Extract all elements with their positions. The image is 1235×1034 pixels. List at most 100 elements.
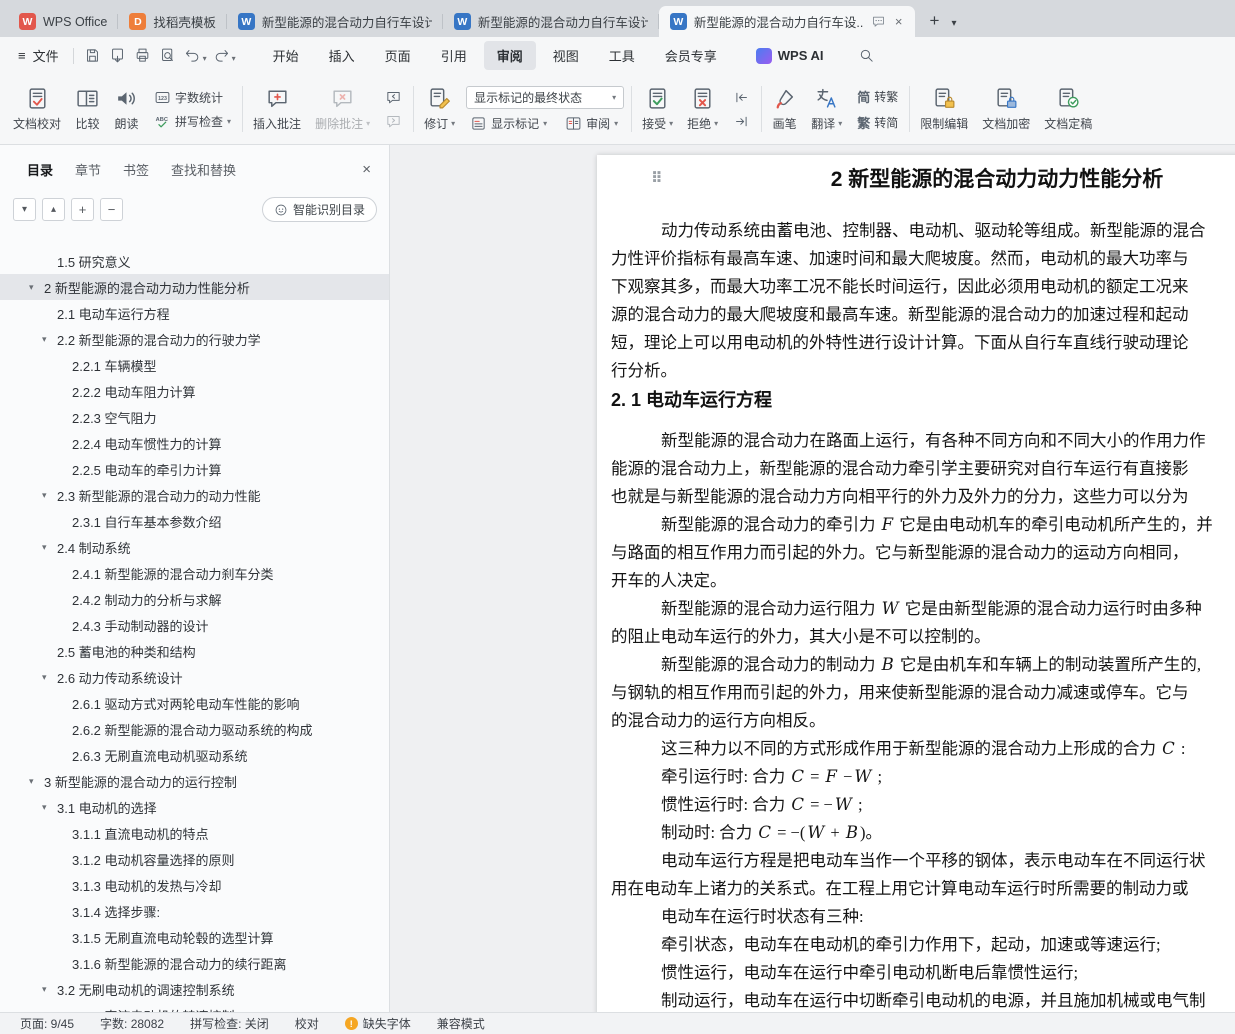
document-tab[interactable]: D 找稻壳模板 bbox=[118, 6, 227, 37]
pane-tab-章节[interactable]: 章节 bbox=[75, 160, 101, 179]
pen-button[interactable]: 画笔 bbox=[765, 81, 804, 137]
expand-arrow-icon[interactable]: ▾ bbox=[42, 542, 47, 553]
accept-change-button[interactable]: 接受 ▾ bbox=[635, 81, 680, 137]
pane-tab-查找和替换[interactable]: 查找和替换 bbox=[171, 160, 236, 179]
pane-tab-目录[interactable]: 目录 bbox=[27, 160, 53, 179]
expand-arrow-icon[interactable]: ▾ bbox=[29, 776, 34, 787]
toc-item[interactable]: 2.5 蓄电池的种类和结构 bbox=[0, 638, 389, 664]
toc-item[interactable]: ▾ 2.4 制动系统 bbox=[0, 534, 389, 560]
toc-item[interactable]: 2.6.3 无刷直流电动机驱动系统 bbox=[0, 742, 389, 768]
traditional-to-simplified-button[interactable]: 繁 转简 bbox=[853, 112, 902, 133]
file-menu-button[interactable]: ≡ 文件 bbox=[10, 42, 67, 69]
toc-expand-button[interactable]: ▾ bbox=[13, 198, 36, 221]
toc-item[interactable]: 1.5 研究意义 bbox=[0, 248, 389, 274]
reject-change-button[interactable]: 拒绝 ▾ bbox=[680, 81, 725, 137]
print-preview-button[interactable] bbox=[155, 43, 180, 68]
previous-change-button[interactable] bbox=[729, 88, 754, 107]
expand-arrow-icon[interactable]: ▾ bbox=[42, 490, 47, 501]
toc-item[interactable]: ▾ 3 新型能源的混合动力的运行控制 bbox=[0, 768, 389, 794]
toc-item[interactable]: 2.3.1 自行车基本参数介绍 bbox=[0, 508, 389, 534]
menu-tab-插入[interactable]: 插入 bbox=[316, 41, 368, 70]
smart-toc-button[interactable]: 智能识别目录 bbox=[261, 197, 377, 222]
toc-item[interactable]: 3.1.4 选择步骤: bbox=[0, 898, 389, 924]
undo-chevron-icon[interactable]: ▾ bbox=[203, 54, 207, 63]
restrict-editing-button[interactable]: 限制编辑 bbox=[913, 81, 975, 137]
redo-button[interactable] bbox=[209, 43, 234, 68]
markup-state-select[interactable]: 显示标记的最终状态 ▾ bbox=[466, 85, 625, 109]
read-aloud-button[interactable]: 朗读 bbox=[107, 81, 146, 137]
toc-item[interactable]: ▾ 2.2 新型能源的混合动力的行驶力学 bbox=[0, 326, 389, 352]
toc-item[interactable]: 2.6.2 新型能源的混合动力驱动系统的构成 bbox=[0, 716, 389, 742]
document-tab[interactable]: W 新型能源的混合动力自行车设计 开题... bbox=[443, 6, 659, 37]
toc-zoom-in-button[interactable]: + bbox=[71, 198, 94, 221]
document-tab[interactable]: W 新型能源的混合动力自行车设计 任... bbox=[227, 6, 443, 37]
print-button[interactable] bbox=[130, 43, 155, 68]
toc-item[interactable]: 2.2.4 电动车惯性力的计算 bbox=[0, 430, 389, 456]
simplified-to-traditional-button[interactable]: 简 转繁 bbox=[853, 86, 902, 107]
encrypt-document-button[interactable]: 文档加密 bbox=[975, 81, 1037, 137]
track-changes-button[interactable]: 修订 ▾ bbox=[417, 81, 462, 137]
toc-item[interactable]: ▾ 2 新型能源的混合动力动力性能分析 bbox=[0, 274, 389, 300]
spell-check-button[interactable]: ABC 拼写检查 ▾ bbox=[150, 112, 235, 131]
page-indicator[interactable]: 页面: 9/45 bbox=[20, 1015, 74, 1032]
toc-item[interactable]: 2.4.1 新型能源的混合动力刹车分类 bbox=[0, 560, 389, 586]
compatibility-mode-indicator[interactable]: 兼容模式 bbox=[437, 1015, 485, 1032]
wps-ai-button[interactable]: WPS AI bbox=[755, 47, 824, 64]
compare-button[interactable]: 比较 bbox=[68, 81, 107, 137]
toc-zoom-out-button[interactable]: − bbox=[100, 198, 123, 221]
expand-arrow-icon[interactable]: ▾ bbox=[42, 334, 47, 345]
expand-arrow-icon[interactable]: ▾ bbox=[42, 672, 47, 683]
spell-check-status[interactable]: 拼写检查: 关闭 bbox=[190, 1015, 269, 1032]
toc-item[interactable]: 3.1.1 直流电动机的特点 bbox=[0, 820, 389, 846]
expand-arrow-icon[interactable]: ▾ bbox=[42, 984, 47, 995]
save-button[interactable] bbox=[80, 43, 105, 68]
toc-item[interactable]: 3.2.1 直流电动机的转速控制 bbox=[0, 1002, 389, 1013]
toc-item[interactable]: ▾ 2.3 新型能源的混合动力的动力性能 bbox=[0, 482, 389, 508]
translate-button[interactable]: 翻译 ▾ bbox=[804, 81, 849, 137]
review-pane-button[interactable]: 审阅 ▾ bbox=[561, 114, 622, 133]
toc-item[interactable]: 3.1.6 新型能源的混合动力的续行距离 bbox=[0, 950, 389, 976]
menu-tab-工具[interactable]: 工具 bbox=[596, 41, 648, 70]
toc-item[interactable]: 2.2.1 车辆模型 bbox=[0, 352, 389, 378]
missing-font-warning[interactable]: ! 缺失字体 bbox=[344, 1015, 411, 1032]
drag-handle-icon[interactable]: ⠿ bbox=[651, 171, 663, 186]
menu-tab-引用[interactable]: 引用 bbox=[428, 41, 480, 70]
toc-item[interactable]: 2.4.2 制动力的分析与求解 bbox=[0, 586, 389, 612]
toc-item[interactable]: 3.1.2 电动机容量选择的原则 bbox=[0, 846, 389, 872]
search-button[interactable] bbox=[854, 43, 879, 68]
toc-item[interactable]: 2.2.3 空气阻力 bbox=[0, 404, 389, 430]
word-count-indicator[interactable]: 字数: 28082 bbox=[100, 1015, 164, 1032]
toc-item[interactable]: 2.1 电动车运行方程 bbox=[0, 300, 389, 326]
expand-arrow-icon[interactable]: ▾ bbox=[29, 282, 34, 293]
toc-item[interactable]: 2.4.3 手动制动器的设计 bbox=[0, 612, 389, 638]
toc-item[interactable]: 3.1.5 无刷直流电动轮毂的选型计算 bbox=[0, 924, 389, 950]
export-button[interactable] bbox=[105, 43, 130, 68]
toc-item[interactable]: ▾ 2.6 动力传动系统设计 bbox=[0, 664, 389, 690]
menu-tab-页面[interactable]: 页面 bbox=[372, 41, 424, 70]
pane-tab-书签[interactable]: 书签 bbox=[123, 160, 149, 179]
menu-tab-审阅[interactable]: 审阅 bbox=[483, 41, 536, 70]
next-comment-button[interactable] bbox=[381, 112, 406, 131]
toc-item[interactable]: ▾ 3.2 无刷电动机的调速控制系统 bbox=[0, 976, 389, 1002]
toc-item[interactable]: 2.6.1 驱动方式对两轮电动车性能的影响 bbox=[0, 690, 389, 716]
new-tab-button[interactable]: + bbox=[921, 8, 947, 34]
previous-comment-button[interactable] bbox=[381, 88, 406, 107]
delete-comment-button[interactable]: 删除批注 ▾ bbox=[308, 81, 377, 137]
toc-item[interactable]: ▾ 3.1 电动机的选择 bbox=[0, 794, 389, 820]
proofing-status[interactable]: 校对 bbox=[295, 1015, 319, 1032]
comment-bubble-icon[interactable] bbox=[871, 14, 886, 29]
toc-item[interactable]: 2.2.5 电动车的牵引力计算 bbox=[0, 456, 389, 482]
close-tab-icon[interactable]: × bbox=[893, 14, 905, 29]
document-page[interactable]: ⠿ 2 新型能源的混合动力动力性能分析 动力传动系统由蓄电池、控制器、电动机、驱… bbox=[597, 155, 1235, 1012]
tab-list-chevron-icon[interactable]: ▾ bbox=[947, 18, 960, 29]
toc-item[interactable]: 2.2.2 电动车阻力计算 bbox=[0, 378, 389, 404]
expand-arrow-icon[interactable]: ▾ bbox=[42, 802, 47, 813]
redo-chevron-icon[interactable]: ▾ bbox=[232, 54, 236, 63]
finalize-document-button[interactable]: 文档定稿 bbox=[1037, 81, 1099, 137]
toc-item[interactable]: 3.1.3 电动机的发热与冷却 bbox=[0, 872, 389, 898]
undo-button[interactable] bbox=[180, 43, 205, 68]
close-pane-icon[interactable]: × bbox=[362, 161, 371, 178]
menu-tab-会员专享[interactable]: 会员专享 bbox=[652, 41, 730, 70]
document-tab-active[interactable]: W 新型能源的混合动力自行车设... × bbox=[658, 6, 916, 37]
next-change-button[interactable] bbox=[729, 112, 754, 131]
